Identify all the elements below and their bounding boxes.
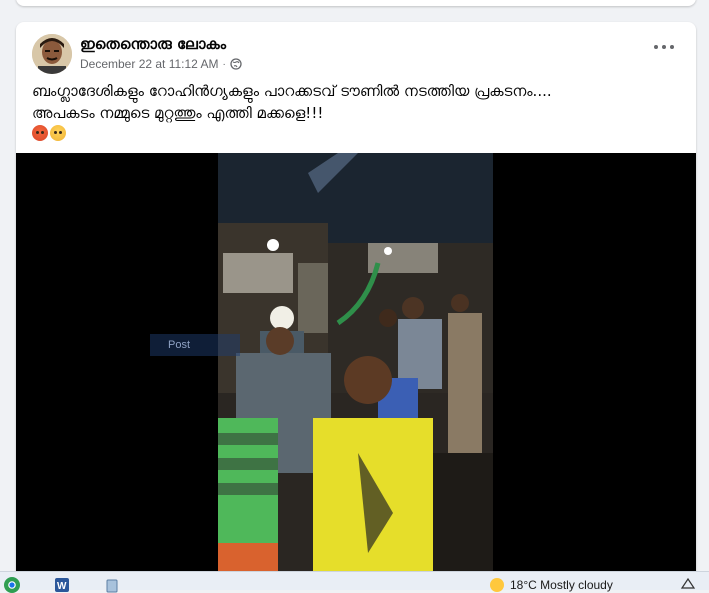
- dot-icon: [670, 45, 674, 49]
- video-scene-image: [218, 153, 493, 582]
- word-icon[interactable]: W: [54, 577, 70, 593]
- dot-icon: [662, 45, 666, 49]
- video-player[interactable]: Post: [16, 153, 696, 582]
- angry-face-icon: [32, 125, 48, 141]
- post-text-line: അപകടം നമ്മുടെ മുറ്റത്തും എത്തി മക്കളെ!!!: [32, 104, 324, 122]
- network-icon[interactable]: [680, 576, 696, 590]
- post-author[interactable]: ഇതെന്തൊരു ലോകം: [80, 35, 226, 53]
- post-meta: December 22 at 11:12 AM ·: [80, 57, 242, 71]
- frowning-face-icon: [50, 125, 66, 141]
- weather-text: 18°C Mostly cloudy: [510, 578, 613, 592]
- weather-widget[interactable]: 18°C Mostly cloudy: [490, 578, 613, 592]
- facebook-post: ഇതെന്തൊരു ലോകം December 22 at 11:12 AM ·…: [16, 22, 696, 582]
- video-frame[interactable]: [218, 153, 493, 582]
- previous-post-card: [16, 0, 696, 6]
- meta-separator: ·: [222, 58, 226, 70]
- video-watermark: Post: [150, 334, 240, 356]
- public-globe-icon: [230, 58, 242, 70]
- partly-cloudy-icon: [490, 578, 504, 592]
- post-date[interactable]: December 22 at 11:12 AM: [80, 57, 219, 71]
- chrome-icon[interactable]: [4, 577, 20, 593]
- post-text-line: ബംഗ്ലാദേശികളും റോഹിൻഗ്യകളും പാറക്കടവ് ടൗ…: [32, 82, 552, 100]
- svg-text:W: W: [57, 581, 67, 592]
- post-emojis: [32, 125, 66, 141]
- avatar[interactable]: [32, 34, 72, 74]
- avatar-face-icon: [32, 34, 72, 74]
- post-text: ബംഗ്ലാദേശികളും റോഹിൻഗ്യകളും പാറക്കടവ് ടൗ…: [32, 80, 682, 124]
- dot-icon: [654, 45, 658, 49]
- recycle-bin-icon[interactable]: [104, 577, 120, 593]
- more-options-button[interactable]: [654, 42, 674, 52]
- windows-taskbar: W 18°C Mostly cloudy: [0, 571, 709, 593]
